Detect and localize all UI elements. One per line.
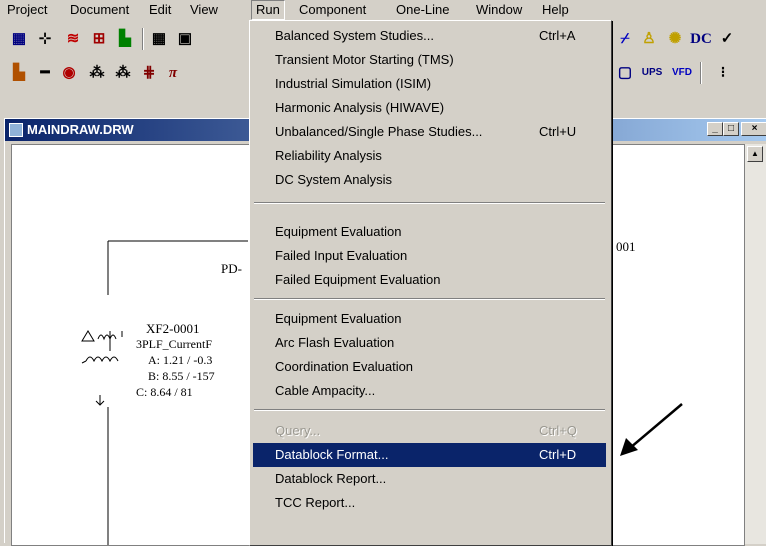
ups-button[interactable]: UPS xyxy=(638,62,666,84)
menu-edit[interactable]: Edit xyxy=(145,1,175,19)
menu-transient-motor-starting[interactable]: Transient Motor Starting (TMS) xyxy=(253,48,606,72)
menu-one-line[interactable]: One-Line xyxy=(392,1,453,19)
dc-icon[interactable]: DC xyxy=(690,28,712,50)
menu-equipment-evaluation[interactable]: Equipment Evaluation xyxy=(253,220,606,244)
capacitor-icon[interactable]: ⁂ xyxy=(112,62,134,84)
menu-separator xyxy=(254,409,605,411)
menu-project[interactable]: Project xyxy=(3,1,51,19)
tree-icon[interactable]: ⊹ xyxy=(34,28,56,50)
menu-run[interactable]: Run xyxy=(251,0,285,20)
pd-label: PD- xyxy=(221,261,242,276)
datablock-phase-c: C: 8.64 / 81 xyxy=(136,385,193,399)
menu-datablock-format[interactable]: Datablock Format... Ctrl+D xyxy=(253,443,606,467)
menu-dc-system-analysis[interactable]: DC System Analysis xyxy=(253,168,606,192)
menu-balanced-system-studies[interactable]: Balanced System Studies... Ctrl+A xyxy=(253,24,606,48)
run-menu-dropdown: Balanced System Studies... Ctrl+A Transie… xyxy=(249,20,612,546)
waveform-icon[interactable]: ≋ xyxy=(62,28,84,50)
toolbar-separator xyxy=(142,28,144,50)
menu-query: Query... Ctrl+Q xyxy=(275,423,577,438)
pointer-icon[interactable]: ⁝ xyxy=(712,62,734,84)
person-icon[interactable]: ♙ xyxy=(638,28,660,50)
cable-icon[interactable]: ⋕ xyxy=(138,62,160,84)
motor-icon[interactable]: ▙ xyxy=(8,62,30,84)
load-icon[interactable]: ⁂ xyxy=(86,62,108,84)
menu-arc-flash-evaluation[interactable]: Arc Flash Evaluation xyxy=(253,331,606,355)
menu-view[interactable]: View xyxy=(186,1,222,19)
datablock-phase-b: B: 8.55 / -157 xyxy=(148,369,215,383)
save-icon[interactable]: ▣ xyxy=(174,28,196,50)
transformer-symbol[interactable] xyxy=(81,330,123,364)
datablock-title: 3PLF_CurrentF xyxy=(136,337,213,351)
menu-coordination-evaluation[interactable]: Coordination Evaluation xyxy=(253,355,606,379)
menu-help[interactable]: Help xyxy=(538,1,573,19)
panel-icon[interactable]: ▢ xyxy=(614,62,636,84)
toolbar-separator xyxy=(700,62,702,84)
check-icon[interactable]: ✓ xyxy=(716,28,738,50)
down-arrow-icon xyxy=(95,395,105,406)
menu-industrial-simulation[interactable]: Industrial Simulation (ISIM) xyxy=(253,72,606,96)
component-id-fragment: 001 xyxy=(616,239,636,254)
window-title: MAINDRAW.DRW xyxy=(27,122,134,137)
pi-icon[interactable]: π xyxy=(162,62,184,84)
menu-component[interactable]: Component xyxy=(295,1,370,19)
menu-datablock-report[interactable]: Datablock Report... xyxy=(253,467,606,491)
menu-failed-input-evaluation[interactable]: Failed Input Evaluation xyxy=(253,244,606,268)
menu-failed-equipment-evaluation[interactable]: Failed Equipment Evaluation xyxy=(253,268,606,292)
menu-equipment-evaluation-2[interactable]: Equipment Evaluation xyxy=(253,307,606,331)
restore-button[interactable]: □ xyxy=(723,122,739,136)
menu-separator xyxy=(254,298,605,300)
close-button[interactable]: × xyxy=(741,122,766,136)
menu-reliability-analysis[interactable]: Reliability Analysis xyxy=(253,144,606,168)
table-icon[interactable]: ▦ xyxy=(148,28,170,50)
menu-harmonic-analysis[interactable]: Harmonic Analysis (HIWAVE) xyxy=(253,96,606,120)
menu-window[interactable]: Window xyxy=(472,1,526,19)
scroll-up-icon[interactable]: ▲ xyxy=(747,146,763,162)
annotation-arrow-icon xyxy=(620,403,683,456)
chart-icon[interactable]: ▙ xyxy=(114,28,136,50)
vertical-scrollbar[interactable]: ▲ xyxy=(745,144,766,544)
bus-icon[interactable]: ━ xyxy=(34,62,56,84)
generator-icon[interactable]: ◉ xyxy=(58,62,80,84)
sun-icon[interactable]: ✺ xyxy=(664,28,686,50)
minimize-button[interactable]: _ xyxy=(707,122,723,136)
datablock-phase-a: A: 1.21 / -0.3 xyxy=(148,353,213,367)
menu-separator xyxy=(254,202,605,204)
menu-bar: Project Document Edit View Run Component… xyxy=(0,0,766,20)
report-icon[interactable]: ⊞ xyxy=(88,28,110,50)
line-tool-icon[interactable]: ⌿ xyxy=(614,28,636,50)
vfd-button[interactable]: VFD xyxy=(668,62,696,84)
transformer-name[interactable]: XF2-0001 xyxy=(146,321,199,337)
menu-document[interactable]: Document xyxy=(66,1,133,19)
grid-icon[interactable]: ▦ xyxy=(8,28,30,50)
menu-cable-ampacity[interactable]: Cable Ampacity... xyxy=(253,379,606,403)
document-icon xyxy=(9,123,23,137)
menu-unbalanced-studies[interactable]: Unbalanced/Single Phase Studies... Ctrl+U xyxy=(253,120,606,144)
menu-tcc-report[interactable]: TCC Report... xyxy=(253,491,606,515)
